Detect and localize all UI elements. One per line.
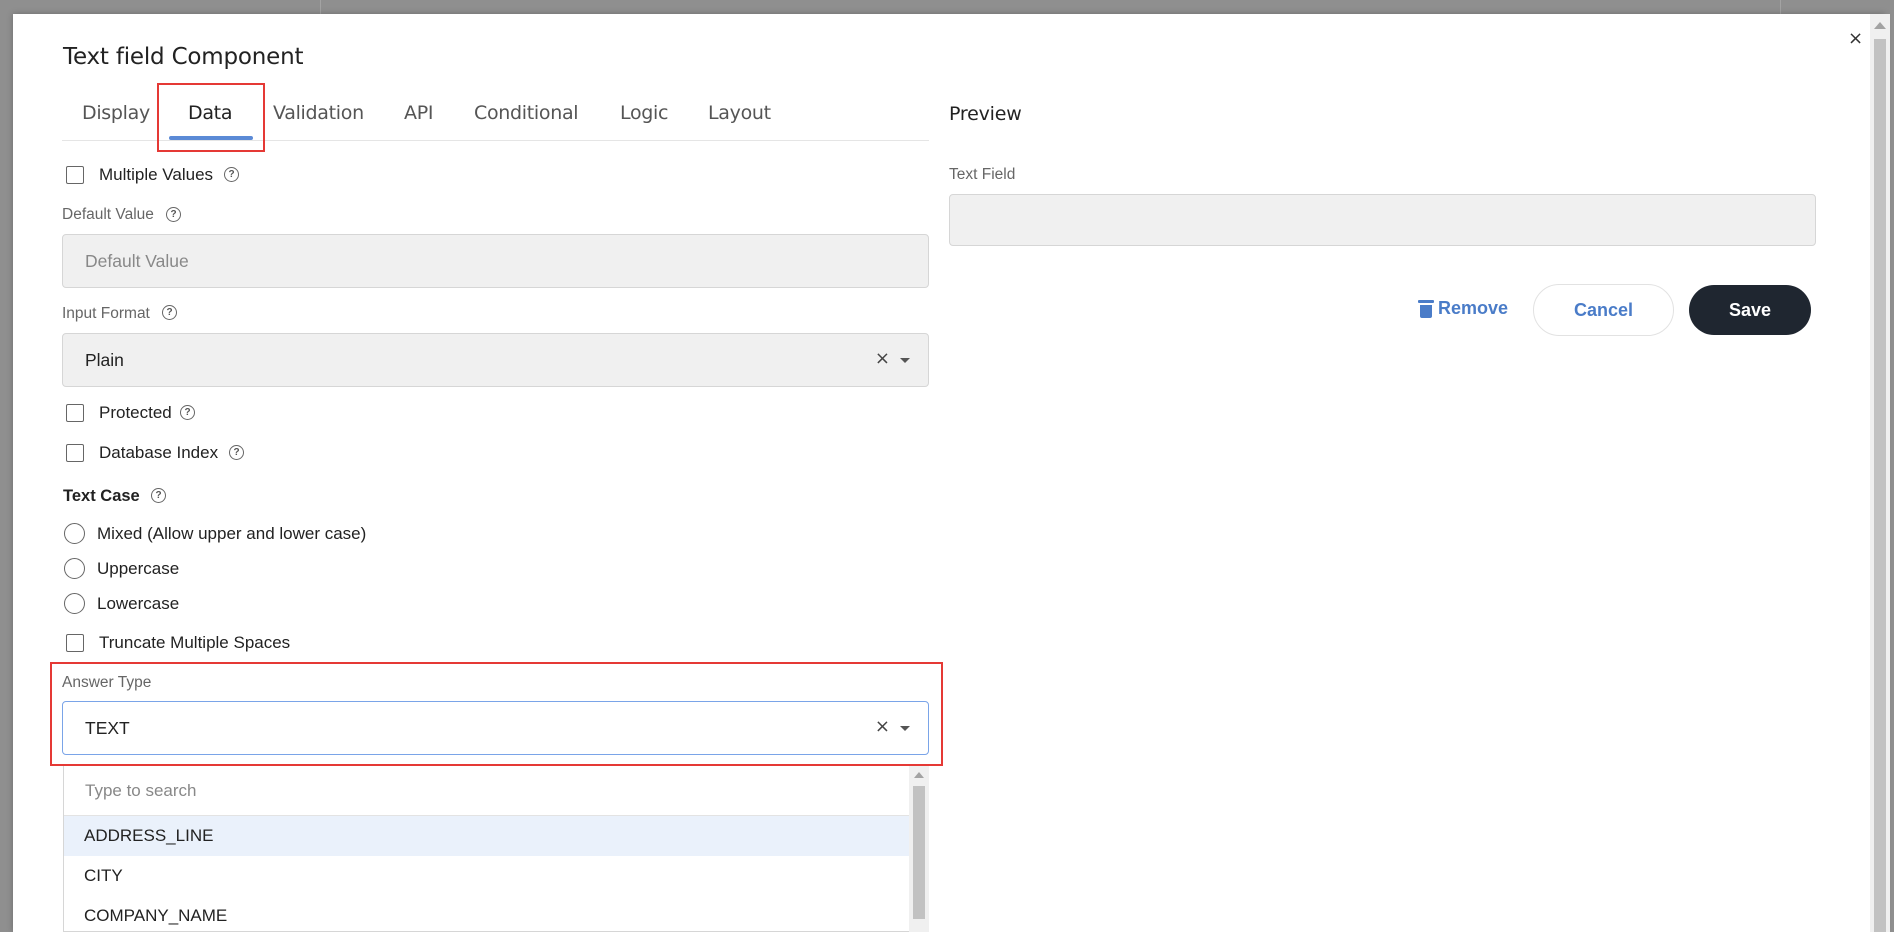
highlight-box-answer-type: [50, 662, 943, 766]
dropdown-search-input[interactable]: Type to search: [64, 766, 909, 816]
text-case-label: Text Case: [63, 487, 140, 505]
trash-icon: [1416, 300, 1434, 318]
text-case-mixed-radio[interactable]: [64, 523, 85, 544]
help-icon[interactable]: ?: [224, 167, 239, 182]
text-case-uppercase-radio[interactable]: [64, 558, 85, 579]
help-icon[interactable]: ?: [166, 207, 181, 222]
modal-scrollbar[interactable]: [1870, 14, 1890, 932]
scrollbar-thumb[interactable]: [1874, 39, 1886, 932]
multiple-values-checkbox[interactable]: [66, 166, 84, 184]
modal-title: Text field Component: [63, 44, 304, 70]
scroll-up-arrow-icon[interactable]: [914, 772, 924, 778]
input-format-label: Input Format: [62, 305, 150, 322]
text-case-uppercase-label: Uppercase: [97, 559, 180, 578]
dropdown-option[interactable]: ADDRESS_LINE: [64, 816, 909, 856]
save-button[interactable]: Save: [1689, 285, 1811, 335]
dropdown-scrollbar[interactable]: [909, 766, 929, 932]
tab-validation[interactable]: Validation: [273, 102, 364, 124]
tab-layout[interactable]: Layout: [708, 102, 771, 124]
close-icon[interactable]: ×: [1848, 30, 1863, 48]
input-format-select[interactable]: Plain ×: [62, 333, 929, 387]
dropdown-option[interactable]: CITY: [64, 856, 909, 896]
truncate-spaces-label: Truncate Multiple Spaces: [99, 633, 291, 652]
default-value-label: Default Value: [62, 206, 154, 223]
dropdown-option[interactable]: COMPANY_NAME: [64, 896, 909, 932]
multiple-values-label: Multiple Values: [99, 165, 214, 184]
answer-type-dropdown: Type to search ADDRESS_LINE CITY COMPANY…: [63, 766, 929, 932]
default-value-field[interactable]: Default Value: [62, 234, 929, 288]
text-case-lowercase-radio[interactable]: [64, 593, 85, 614]
default-value-placeholder: Default Value: [85, 251, 189, 271]
help-icon[interactable]: ?: [162, 305, 177, 320]
help-icon[interactable]: ?: [151, 488, 166, 503]
tab-logic[interactable]: Logic: [620, 102, 668, 124]
dropdown-option-label: COMPANY_NAME: [84, 906, 228, 925]
dropdown-scrollbar-thumb[interactable]: [913, 786, 925, 919]
preview-field-label: Text Field: [949, 166, 1016, 183]
remove-button-label: Remove: [1438, 298, 1509, 318]
chevron-down-icon[interactable]: [900, 358, 910, 363]
tab-conditional[interactable]: Conditional: [474, 102, 579, 124]
protected-checkbox[interactable]: [66, 404, 84, 422]
clear-icon[interactable]: ×: [875, 348, 890, 369]
tab-api[interactable]: API: [404, 102, 433, 124]
truncate-spaces-checkbox[interactable]: [66, 634, 84, 652]
database-index-checkbox[interactable]: [66, 444, 84, 462]
dropdown-search-placeholder: Type to search: [85, 781, 197, 800]
text-case-lowercase-label: Lowercase: [97, 594, 180, 613]
help-icon[interactable]: ?: [180, 405, 195, 420]
dropdown-option-label: ADDRESS_LINE: [84, 826, 214, 845]
highlight-box-data-tab: [157, 83, 265, 152]
input-format-value: Plain: [85, 350, 124, 370]
protected-label: Protected: [99, 403, 172, 422]
cancel-button[interactable]: Cancel: [1533, 284, 1674, 336]
scroll-up-arrow-icon[interactable]: [1874, 22, 1886, 29]
preview-title: Preview: [949, 103, 1022, 125]
database-index-label: Database Index: [99, 443, 219, 462]
help-icon[interactable]: ?: [229, 445, 244, 460]
preview-text-input[interactable]: [949, 194, 1816, 246]
tab-display[interactable]: Display: [82, 102, 150, 124]
text-case-mixed-label: Mixed (Allow upper and lower case): [97, 524, 367, 543]
dropdown-option-label: CITY: [84, 866, 123, 885]
